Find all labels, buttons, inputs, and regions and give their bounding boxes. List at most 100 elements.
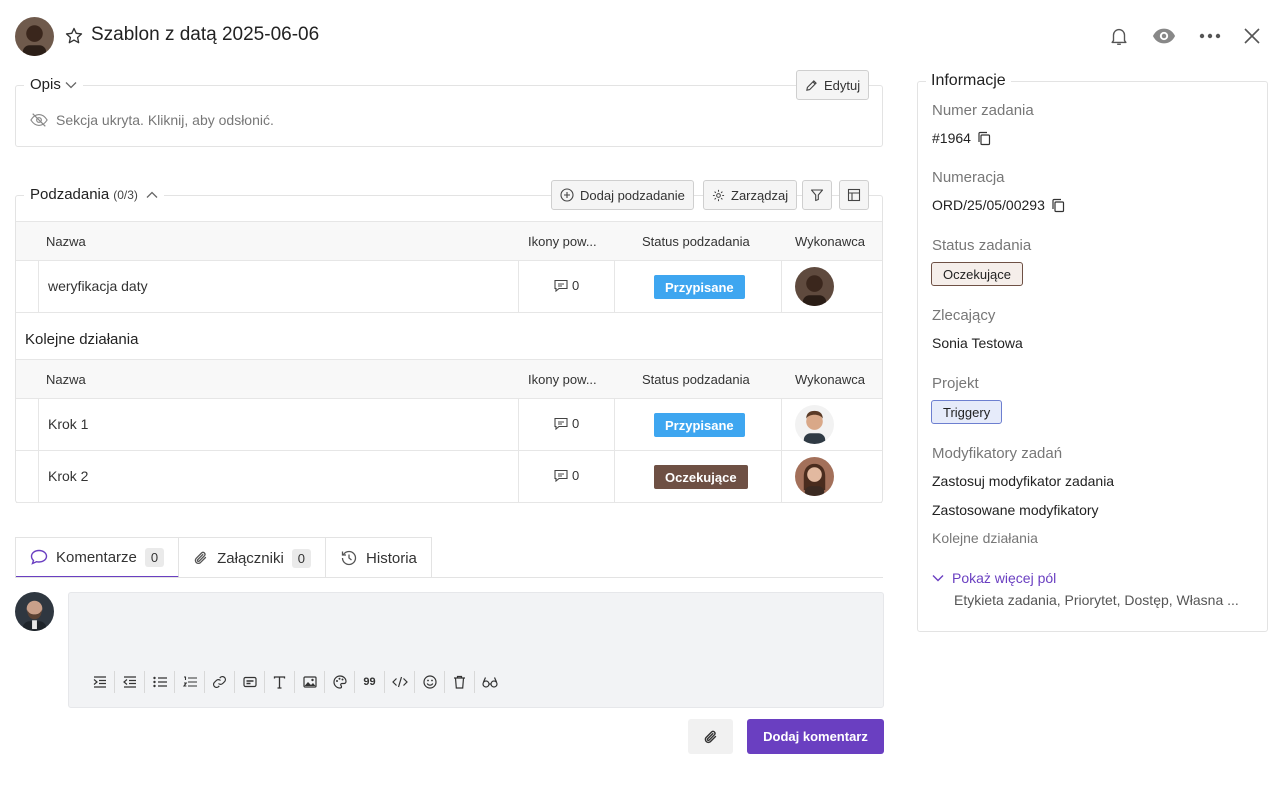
requester-value[interactable]: Sonia Testowa: [932, 335, 1023, 351]
filter-icon: [810, 189, 824, 202]
assignee-avatar[interactable]: [795, 405, 834, 444]
paperclip-icon: [704, 730, 716, 743]
hidden-description-text: Sekcja ukryta. Kliknij, aby odsłonić.: [56, 112, 274, 128]
tab-history[interactable]: Historia: [326, 538, 431, 578]
project-label: Projekt: [932, 375, 979, 392]
close-icon[interactable]: [1240, 24, 1264, 48]
task-number-value: #1964: [932, 130, 991, 146]
column-status[interactable]: Status podzadania: [642, 234, 750, 249]
quote-icon[interactable]: 99: [355, 671, 385, 693]
column-assignee[interactable]: Wykonawca: [795, 234, 865, 249]
column-name[interactable]: Nazwa: [46, 234, 86, 249]
task-number-label: Numer zadania: [932, 102, 1034, 119]
notifications-bell-icon[interactable]: [1107, 24, 1131, 48]
comment-editor[interactable]: 99: [68, 592, 884, 708]
status-badge: Oczekujące: [654, 465, 748, 489]
copy-icon[interactable]: [1051, 198, 1065, 213]
chevron-up-icon: [146, 191, 158, 198]
add-subtask-button[interactable]: Dodaj podzadanie: [551, 180, 694, 210]
table-row[interactable]: weryfikacja daty 0 Przypisane: [16, 261, 882, 313]
apply-modifier-link[interactable]: Zastosuj modyfikator zadania: [932, 473, 1114, 489]
next-actions-label: Kolejne działania: [25, 331, 139, 348]
numbering-label: Numeracja: [932, 169, 1005, 186]
watch-eye-icon[interactable]: [1152, 24, 1176, 48]
subtask-name[interactable]: weryfikacja daty: [48, 278, 148, 294]
numbering-value: ORD/25/05/00293: [932, 197, 1065, 213]
text-format-icon[interactable]: [265, 671, 295, 693]
emoji-icon[interactable]: [415, 671, 445, 693]
eye-slash-icon: [30, 113, 48, 127]
description-toggle[interactable]: Opis: [24, 76, 83, 93]
card-icon[interactable]: [235, 671, 265, 693]
history-icon: [341, 550, 357, 566]
subtasks-table-header: Nazwa Ikony pow... Status podzadania Wyk…: [16, 221, 882, 261]
attach-file-button[interactable]: [688, 719, 733, 754]
task-status-tag[interactable]: Oczekujące: [931, 262, 1023, 286]
info-panel-title: Informacje: [926, 72, 1011, 90]
chevron-down-icon: [65, 81, 77, 88]
trash-icon[interactable]: [445, 671, 475, 693]
outdent-icon[interactable]: [115, 671, 145, 693]
show-more-fields-toggle[interactable]: Pokaż więcej pól: [932, 570, 1056, 586]
manage-subtasks-button[interactable]: Zarządzaj: [703, 180, 798, 210]
layout-icon: [847, 188, 861, 202]
paperclip-icon: [194, 551, 207, 565]
code-icon[interactable]: [385, 671, 415, 693]
next-actions-table-header: Nazwa Ikony pow... Status podzadania Wyk…: [16, 359, 882, 399]
add-comment-button[interactable]: Dodaj komentarz: [747, 719, 884, 754]
add-subtask-label: Dodaj podzadanie: [580, 187, 685, 203]
comment-count: 0: [554, 278, 579, 293]
subtasks-label: Podzadania: [30, 186, 110, 203]
activity-tabs: Komentarze 0 Załączniki 0 Historia: [15, 537, 432, 578]
subtasks-toggle[interactable]: Podzadania (0/3): [24, 186, 164, 203]
column-icons[interactable]: Ikony pow...: [528, 372, 597, 387]
link-icon[interactable]: [205, 671, 235, 693]
palette-icon[interactable]: [325, 671, 355, 693]
next-action-name[interactable]: Krok 2: [48, 468, 88, 484]
modifiers-label: Modyfikatory zadań: [932, 445, 1063, 462]
next-action-name[interactable]: Krok 1: [48, 416, 88, 432]
column-status[interactable]: Status podzadania: [642, 372, 750, 387]
tab-attachments[interactable]: Załączniki 0: [179, 538, 327, 578]
assignee-avatar[interactable]: [795, 457, 834, 496]
comments-count: 0: [144, 547, 165, 567]
info-panel: [917, 81, 1268, 632]
column-name[interactable]: Nazwa: [46, 372, 86, 387]
comment-count: 0: [554, 416, 579, 431]
assignee-avatar[interactable]: [795, 267, 834, 306]
next-actions-link[interactable]: Kolejne działania: [932, 530, 1038, 546]
task-header: Szablon z datą 2025-06-06: [0, 0, 1282, 72]
preview-icon[interactable]: [475, 671, 505, 693]
speech-bubble-icon: [30, 549, 48, 565]
tab-comments[interactable]: Komentarze 0: [16, 538, 180, 578]
filter-button[interactable]: [802, 180, 832, 210]
requester-label: Zlecający: [932, 307, 996, 324]
pencil-icon: [806, 79, 817, 91]
manage-label: Zarządzaj: [731, 187, 789, 203]
comment-icon: [554, 469, 568, 482]
plus-circle-icon: [560, 188, 574, 202]
current-user-avatar: [15, 592, 54, 631]
page-title: Szablon z datą 2025-06-06: [91, 24, 320, 45]
applied-modifiers-link[interactable]: Zastosowane modyfikatory: [932, 502, 1099, 518]
column-icons[interactable]: Ikony pow...: [528, 234, 597, 249]
table-row[interactable]: Krok 1 0 Przypisane: [16, 399, 882, 451]
hidden-description[interactable]: Sekcja ukryta. Kliknij, aby odsłonić.: [30, 112, 274, 128]
project-tag[interactable]: Triggery: [931, 400, 1003, 424]
comment-count: 0: [554, 468, 579, 483]
layout-button[interactable]: [839, 180, 869, 210]
favorite-star-icon[interactable]: [64, 26, 84, 46]
table-row[interactable]: Krok 2 0 Oczekujące: [16, 451, 882, 503]
column-assignee[interactable]: Wykonawca: [795, 372, 865, 387]
subtasks-count: (0/3): [113, 187, 138, 202]
image-icon[interactable]: [295, 671, 325, 693]
numbered-list-icon[interactable]: [175, 671, 205, 693]
more-options-icon[interactable]: [1198, 24, 1222, 48]
edit-description-button[interactable]: Edytuj: [796, 70, 870, 100]
copy-icon[interactable]: [977, 131, 991, 146]
task-owner-avatar[interactable]: [15, 17, 54, 56]
bullet-list-icon[interactable]: [145, 671, 175, 693]
comment-icon: [554, 279, 568, 292]
next-actions-section: Kolejne działania: [16, 314, 882, 360]
indent-icon[interactable]: [85, 671, 115, 693]
